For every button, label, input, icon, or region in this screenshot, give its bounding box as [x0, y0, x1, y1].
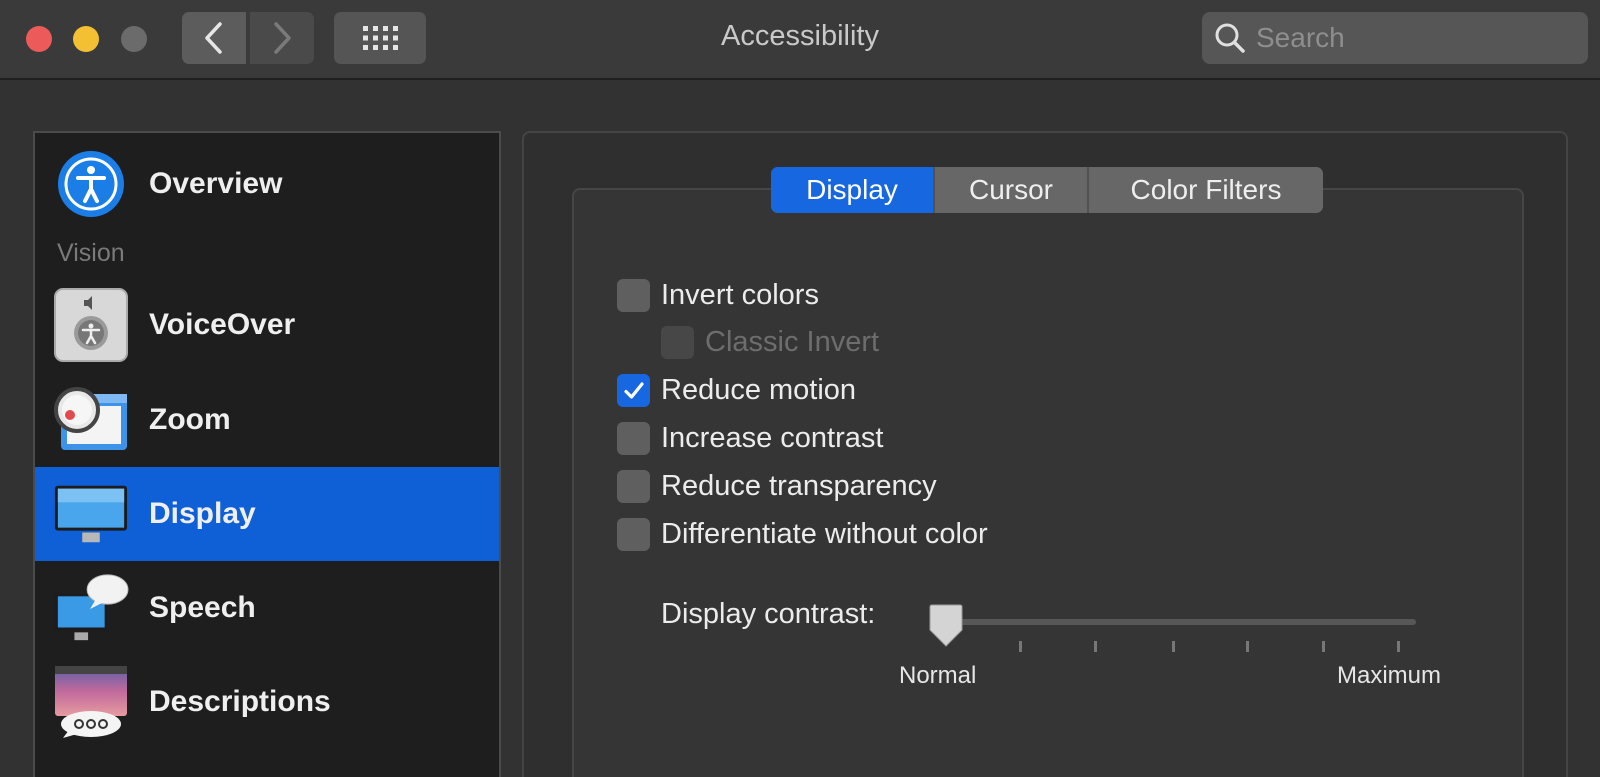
sidebar-item-label: Display — [149, 497, 256, 530]
search-icon — [1215, 23, 1245, 53]
reduce-transparency-option: Reduce transparency — [617, 470, 937, 503]
checkmark-icon — [623, 381, 644, 399]
speech-icon — [53, 570, 129, 646]
display-icon — [53, 476, 129, 552]
reduce-motion-checkbox[interactable] — [617, 374, 650, 407]
increase-contrast-option: Increase contrast — [617, 422, 883, 455]
sidebar-item-display[interactable]: Display — [35, 467, 499, 561]
slider-tick — [1322, 641, 1325, 652]
slider-tick — [1246, 641, 1249, 652]
zoom-icon — [53, 382, 129, 458]
classic-invert-checkbox[interactable] — [661, 326, 694, 359]
invert-colors-option: Invert colors — [617, 279, 819, 312]
sidebar-section-vision: Vision — [57, 239, 125, 267]
sidebar-item-overview[interactable]: Overview — [35, 137, 499, 231]
accessibility-icon — [53, 146, 129, 222]
option-label: Reduce transparency — [661, 470, 937, 502]
reduce-motion-option: Reduce motion — [617, 374, 856, 407]
option-label: Differentiate without color — [661, 518, 988, 550]
slider-tick — [1019, 641, 1022, 652]
option-label: Reduce motion — [661, 374, 857, 406]
invert-colors-checkbox[interactable] — [617, 279, 650, 312]
slider-tick — [1397, 641, 1400, 652]
increase-contrast-checkbox[interactable] — [617, 422, 650, 455]
display-contrast-label: Display contrast: — [661, 598, 876, 630]
tab-bar: Display Cursor Color Filters — [771, 167, 1323, 213]
slider-min-label: Normal — [899, 662, 977, 689]
display-contrast-slider-track[interactable] — [940, 619, 1416, 625]
option-label: Invert colors — [661, 279, 819, 311]
search-input[interactable] — [1256, 22, 1576, 54]
sidebar-item-label: Descriptions — [149, 685, 331, 718]
sidebar-item-descriptions[interactable]: Descriptions — [35, 655, 499, 749]
sidebar-item-label: Overview — [149, 167, 283, 200]
descriptions-icon — [53, 664, 129, 740]
differentiate-without-color-checkbox[interactable] — [617, 518, 650, 551]
slider-tick — [1172, 641, 1175, 652]
sidebar-item-label: Speech — [149, 591, 256, 624]
sidebar-item-zoom[interactable]: Zoom — [35, 373, 499, 467]
tab-color-filters[interactable]: Color Filters — [1089, 167, 1323, 213]
sidebar-item-speech[interactable]: Speech — [35, 561, 499, 655]
tab-display[interactable]: Display — [771, 167, 935, 213]
sidebar-item-label: Zoom — [149, 403, 231, 436]
option-label: Increase contrast — [661, 422, 884, 454]
tab-cursor[interactable]: Cursor — [935, 167, 1089, 213]
sidebar-item-voiceover[interactable]: VoiceOver — [35, 278, 499, 372]
differentiate-without-color-option: Differentiate without color — [617, 518, 988, 551]
classic-invert-option: Classic Invert — [661, 326, 879, 359]
sidebar: Overview Vision VoiceOver Zoom Display S… — [33, 131, 501, 777]
display-contrast-slider-thumb[interactable] — [926, 604, 966, 648]
sidebar-item-label: VoiceOver — [149, 308, 296, 341]
option-label: Classic Invert — [705, 326, 880, 358]
reduce-transparency-checkbox[interactable] — [617, 470, 650, 503]
search-field[interactable] — [1202, 12, 1588, 64]
slider-max-label: Maximum — [1337, 662, 1442, 689]
slider-tick — [1094, 641, 1097, 652]
voiceover-icon — [53, 287, 129, 363]
title-bar: Accessibility — [0, 0, 1600, 80]
